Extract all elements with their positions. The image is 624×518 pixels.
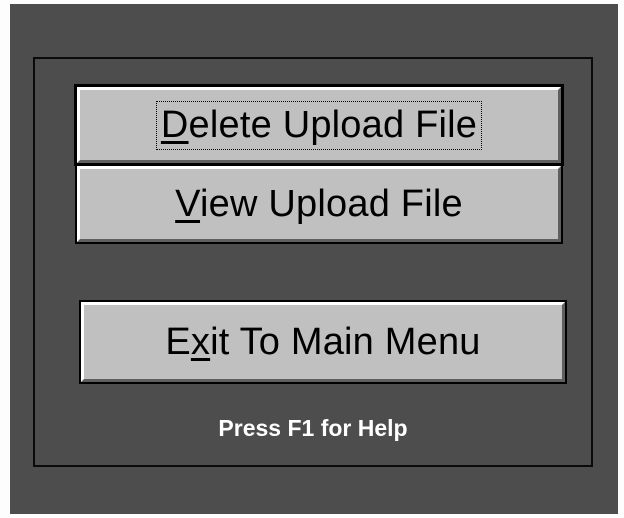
exit-mnemonic: x bbox=[190, 320, 211, 363]
view-mnemonic: V bbox=[175, 182, 201, 225]
exit-label-pre: E bbox=[165, 320, 191, 363]
dialog-window: Delete Upload File View Upload File Exit… bbox=[10, 4, 618, 514]
exit-to-main-menu-button[interactable]: Exit To Main Menu bbox=[79, 300, 567, 384]
delete-upload-file-button[interactable]: Delete Upload File bbox=[74, 84, 564, 166]
help-hint: Press F1 for Help bbox=[218, 415, 408, 441]
delete-upload-file-label: Delete Upload File bbox=[155, 100, 483, 150]
view-label-post: iew Upload File bbox=[200, 182, 463, 225]
delete-label-post: elete Upload File bbox=[188, 103, 478, 146]
view-upload-file-label: View Upload File bbox=[171, 181, 467, 228]
view-upload-file-button[interactable]: View Upload File bbox=[75, 164, 563, 244]
exit-label-post: it To Main Menu bbox=[210, 320, 481, 363]
delete-mnemonic: D bbox=[160, 103, 189, 146]
exit-to-main-menu-label: Exit To Main Menu bbox=[161, 319, 484, 366]
